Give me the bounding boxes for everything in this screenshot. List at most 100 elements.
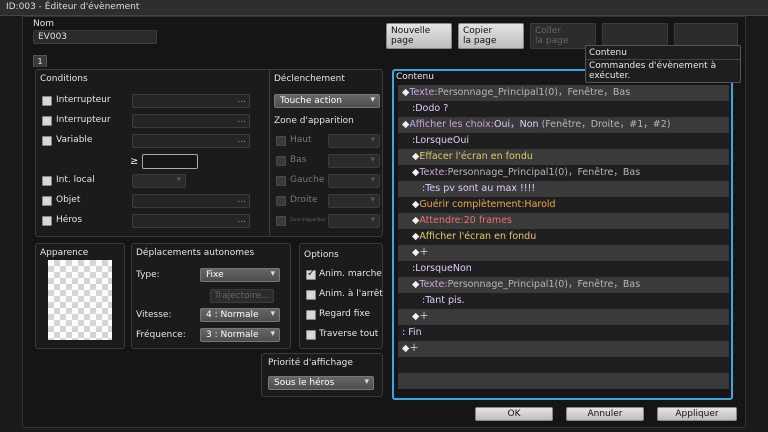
through-label: Traverse tout <box>319 329 379 339</box>
spawn-down-checkbox[interactable] <box>276 156 286 166</box>
spawn-up-select[interactable] <box>328 134 380 148</box>
command-row[interactable]: ◆Texte:Personnage_Principal1(0)，Fenêtre，… <box>398 277 729 293</box>
freq-select[interactable]: 3 : Normale <box>200 328 280 342</box>
command-text: Personnage_Principal1(0)，Fenêtre，Bas <box>447 167 641 178</box>
command-row[interactable]: ◆Texte:Personnage_Principal1(0)，Fenêtre，… <box>398 165 729 181</box>
speed-select[interactable]: 4 : Normale <box>200 308 280 322</box>
command-row[interactable]: ◆Attendre:20 frames <box>398 213 729 229</box>
spawn-left-label: Gauche <box>290 175 325 185</box>
command-text: (Fenêtre，Droite，#1，#2) <box>541 119 671 130</box>
through-checkbox[interactable] <box>306 330 316 340</box>
command-text: :Tes pv sont au max !!!! <box>422 183 536 194</box>
conditions-panel: Conditions Interrupteur ... Interrupteur… <box>35 69 273 237</box>
command-text: Texte: <box>419 279 448 290</box>
item-checkbox[interactable] <box>42 196 52 206</box>
switch2-field[interactable]: ... <box>132 114 250 128</box>
variable-field[interactable]: ... <box>132 134 250 148</box>
command-row[interactable] <box>398 357 729 373</box>
spawn-left-select[interactable] <box>328 174 380 188</box>
command-row[interactable]: :Tes pv sont au max !!!! <box>398 181 729 197</box>
command-text: ◆＋ <box>402 343 419 354</box>
trigger-select[interactable]: Touche action <box>274 94 380 108</box>
ok-button[interactable]: OK <box>475 407 553 421</box>
spawn-right-select[interactable] <box>328 194 380 208</box>
priority-select[interactable]: Sous le héros <box>268 376 374 390</box>
content-title: Contenu <box>396 72 434 82</box>
spawn-down-label: Bas <box>290 155 307 165</box>
self-switch-checkbox[interactable] <box>42 176 52 186</box>
spawn-left-checkbox[interactable] <box>276 176 286 186</box>
variable-value-input[interactable] <box>142 154 198 169</box>
command-row[interactable]: ◆Guérir complètement:Harold <box>398 197 729 213</box>
event-editor-window: Nom EV003 1 Nouvelle page Copier la page… <box>22 16 746 428</box>
name-input[interactable]: EV003 <box>33 30 157 44</box>
command-row[interactable] <box>398 373 729 389</box>
spawn-down-select[interactable] <box>328 154 380 168</box>
command-row[interactable]: ◆＋ <box>398 245 729 261</box>
appearance-title: Apparence <box>40 248 89 258</box>
new-page-label-1: Nouvelle <box>391 26 431 36</box>
actor-checkbox[interactable] <box>42 216 52 226</box>
copy-page-label-2: la page <box>463 36 497 46</box>
command-row[interactable]: : Fin <box>398 325 729 341</box>
command-row[interactable]: :LorsqueNon <box>398 261 729 277</box>
command-text: Guérir complètement:Harold <box>419 199 556 210</box>
command-row[interactable]: ◆Afficher l'écran en fondu <box>398 229 729 245</box>
command-row[interactable]: ◆Afficher les choix:Oui，Non (Fenêtre，Dro… <box>398 117 729 133</box>
switch1-checkbox[interactable] <box>42 96 52 106</box>
command-text: Afficher les choix: <box>409 119 494 130</box>
new-page-label-2: page <box>391 36 414 46</box>
command-row[interactable]: ◆Effacer l'écran en fondu <box>398 149 729 165</box>
type-select[interactable]: Fixe <box>200 268 280 282</box>
switch2-label: Interrupteur <box>56 115 111 125</box>
type-label: Type: <box>136 270 160 280</box>
switch2-checkbox[interactable] <box>42 116 52 126</box>
spawn-right-label: Droite <box>290 195 318 205</box>
command-text: :Dodo ? <box>412 103 449 114</box>
paste-page-label-1: Coller <box>535 26 562 36</box>
spawn-right-checkbox[interactable] <box>276 196 286 206</box>
switch1-field[interactable]: ... <box>132 94 250 108</box>
command-row[interactable]: ◆＋ <box>398 309 729 325</box>
name-label: Nom <box>33 19 55 29</box>
command-rows: ◆Texte:Personnage_Principal1(0)，Fenêtre，… <box>398 85 729 389</box>
command-row[interactable]: :Tant pis. <box>398 293 729 309</box>
content-list[interactable]: Contenu ◆Texte:Personnage_Principal1(0)，… <box>392 69 733 400</box>
speed-label: Vitesse: <box>136 310 172 320</box>
variable-dots: ... <box>237 135 246 145</box>
options-title: Options <box>304 250 339 260</box>
cancel-button[interactable]: Annuler <box>566 407 644 421</box>
command-row[interactable]: ◆Texte:Personnage_Principal1(0)，Fenêtre，… <box>398 85 729 101</box>
priority-panel: Priorité d'affichage Sous le héros <box>261 353 383 397</box>
variable-checkbox[interactable] <box>42 136 52 146</box>
new-page-button[interactable]: Nouvelle page <box>386 23 452 49</box>
walk-anim-checkbox[interactable] <box>306 268 316 280</box>
window-title: ID:003 - Éditeur d'évènement <box>0 0 768 16</box>
switch1-dots: ... <box>237 95 246 105</box>
appearance-preview[interactable] <box>48 260 112 340</box>
direction-fix-checkbox[interactable] <box>306 310 316 320</box>
spawn-zone-checkbox[interactable] <box>276 216 286 226</box>
spawn-up-checkbox[interactable] <box>276 136 286 146</box>
tooltip-divider <box>586 59 740 60</box>
route-button[interactable]: Trajectoire... <box>210 289 274 303</box>
command-row[interactable]: :Dodo ? <box>398 101 729 117</box>
actor-field[interactable]: ... <box>132 214 250 228</box>
copy-page-button[interactable]: Copier la page <box>458 23 524 49</box>
command-text: Texte: <box>409 87 438 98</box>
freq-label: Fréquence: <box>136 330 186 340</box>
command-text: Effacer l'écran en fondu <box>419 151 533 162</box>
command-row[interactable]: ◆＋ <box>398 341 729 357</box>
item-field[interactable]: ... <box>132 194 250 208</box>
command-text: Afficher l'écran en fondu <box>419 231 537 242</box>
page-tab-1[interactable]: 1 <box>33 55 47 67</box>
command-text: :LorsqueNon <box>412 263 472 274</box>
self-switch-select[interactable] <box>132 174 186 188</box>
direction-fix-label: Regard fixe <box>319 309 370 319</box>
command-text: ◆＋ <box>412 247 429 258</box>
apply-button[interactable]: Appliquer <box>657 407 737 421</box>
spawn-zone-select[interactable] <box>328 214 380 228</box>
command-row[interactable]: :LorsqueOui <box>398 133 729 149</box>
step-anim-checkbox[interactable] <box>306 290 316 300</box>
switch2-dots: ... <box>237 115 246 125</box>
